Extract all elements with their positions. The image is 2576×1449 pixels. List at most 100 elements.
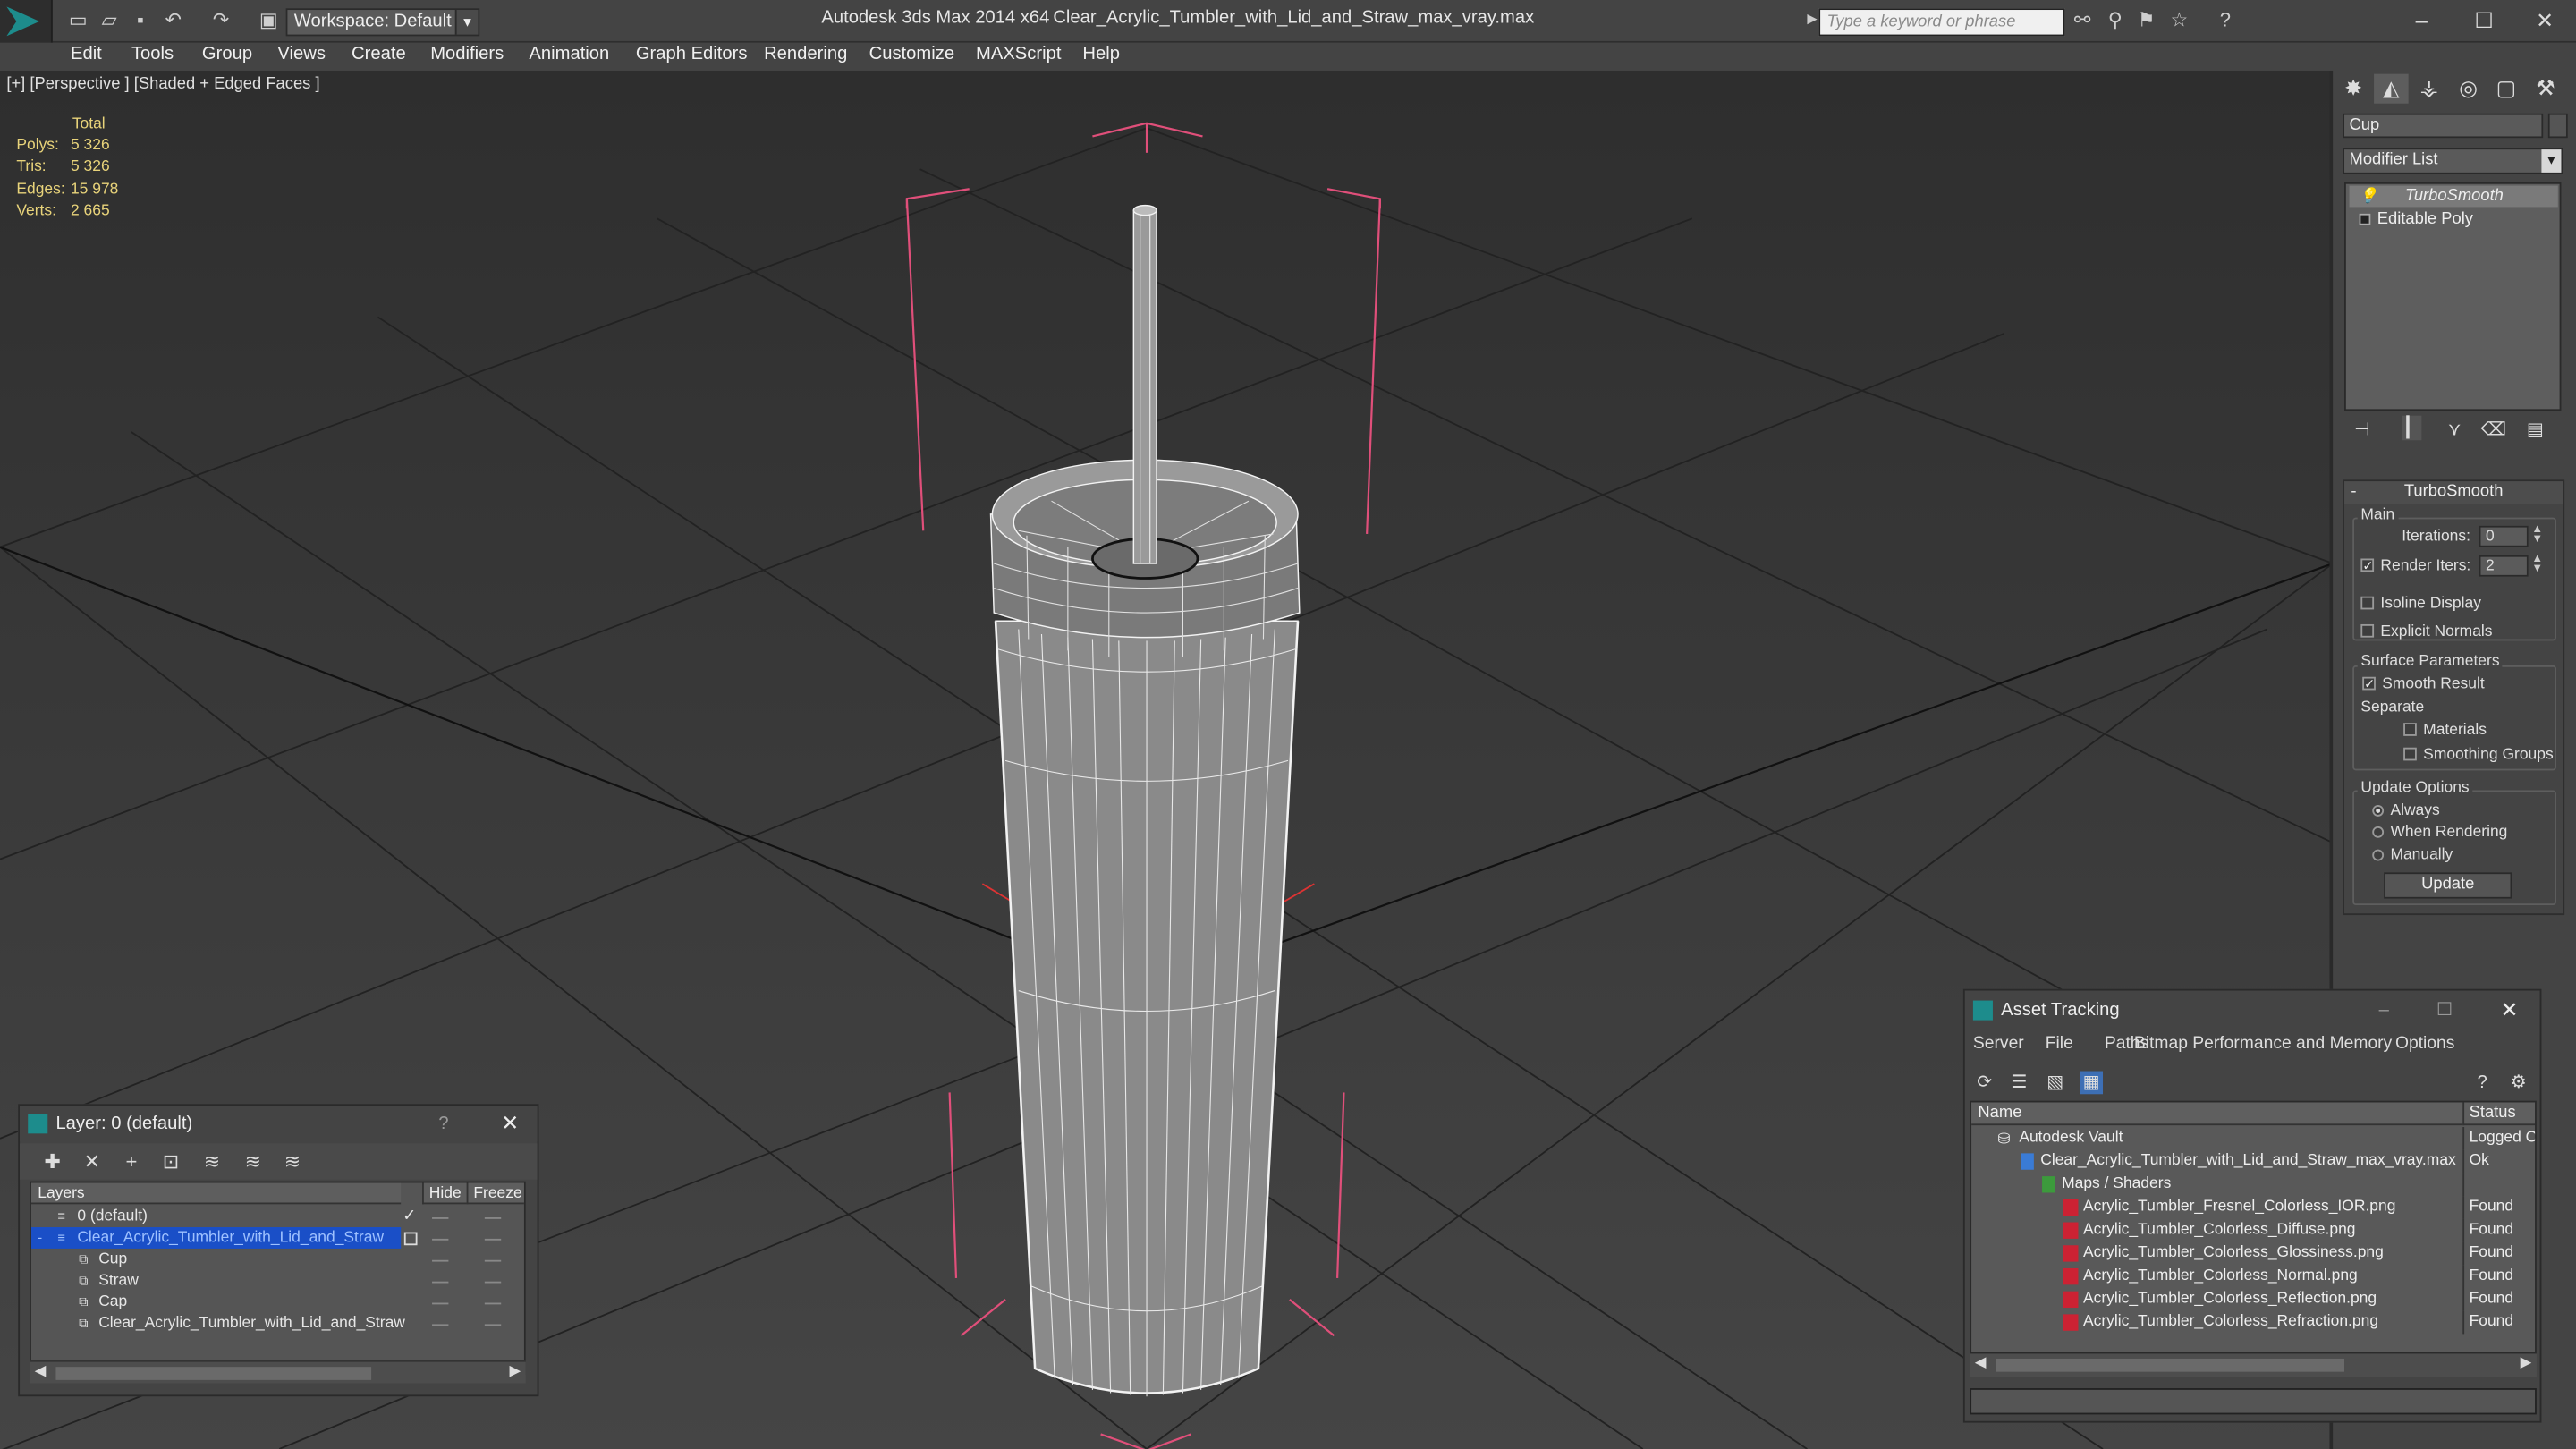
explicit-normals-checkbox[interactable]: Explicit Normals	[2360, 623, 2493, 640]
minimize-icon[interactable]: –	[2379, 991, 2389, 1030]
menu-animation[interactable]: Animation	[529, 45, 609, 64]
select-layer-icon[interactable]: ≋	[199, 1148, 225, 1174]
search-expand-icon[interactable]: ▶	[1807, 12, 1817, 27]
help-icon[interactable]: ?	[2213, 8, 2238, 33]
expand-icon[interactable]	[2359, 213, 2371, 225]
hide-toggle[interactable]	[432, 1324, 449, 1326]
delete-layer-icon[interactable]: ✕	[79, 1148, 105, 1174]
always-radio[interactable]: Always	[2372, 801, 2440, 820]
menu-views[interactable]: Views	[277, 45, 326, 64]
menu-group[interactable]: Group	[202, 45, 252, 64]
modify-tab-icon[interactable]: ◭	[2374, 73, 2409, 104]
scrollbar-thumb[interactable]	[1996, 1358, 2345, 1372]
asset-row[interactable]: Acrylic_Tumbler_Colorless_Diffuse.png Fou…	[1971, 1218, 2535, 1242]
asset-row[interactable]: Acrylic_Tumbler_Colorless_Reflection.png…	[1971, 1287, 2535, 1311]
asset-path-field[interactable]	[1970, 1388, 2537, 1415]
horizontal-scrollbar[interactable]: ◀ ▶	[1970, 1353, 2537, 1377]
modifier-list-dropdown[interactable]: Modifier List ▼	[2343, 148, 2563, 174]
freeze-toggle[interactable]	[484, 1324, 502, 1326]
help-icon[interactable]: ?	[438, 1106, 448, 1141]
hide-toggle[interactable]	[432, 1238, 449, 1241]
save-icon[interactable]: ▪	[128, 8, 153, 33]
asset-row[interactable]: Acrylic_Tumbler_Colorless_Refraction.png…	[1971, 1310, 2535, 1335]
menu-server[interactable]: Server	[1973, 1033, 2024, 1053]
new-file-icon[interactable]: ▭	[65, 8, 90, 33]
column-header-name[interactable]: Name	[1971, 1102, 2463, 1126]
smoothing-groups-checkbox[interactable]: Smoothing Groups	[2403, 746, 2554, 764]
freeze-toggle[interactable]	[484, 1259, 502, 1262]
project-folder-icon[interactable]: ▣	[257, 8, 282, 33]
display-tab-icon[interactable]: ▢	[2489, 74, 2524, 104]
list-view-icon[interactable]: ☰	[2007, 1072, 2030, 1095]
configure-sets-icon[interactable]: ▤	[2527, 419, 2544, 440]
object-row[interactable]: ⧉ Cap	[31, 1292, 524, 1313]
app-menu-button[interactable]	[0, 0, 53, 43]
show-end-result-icon[interactable]: ┃	[2402, 415, 2422, 441]
pin-stack-icon[interactable]: ⊣	[2354, 419, 2370, 440]
menu-options[interactable]: Options	[2395, 1033, 2454, 1053]
manually-radio[interactable]: Manually	[2372, 846, 2453, 864]
stack-item-editable-poly[interactable]: Editable Poly	[2350, 208, 2558, 230]
add-to-layer-icon[interactable]: +	[118, 1148, 144, 1174]
asset-row[interactable]: Maps / Shaders	[1971, 1173, 2535, 1197]
search-input[interactable]: Type a keyword or phrase	[1818, 8, 2065, 37]
menu-graph-editors[interactable]: Graph Editors	[636, 45, 748, 64]
freeze-toggle[interactable]	[484, 1302, 502, 1305]
freeze-all-icon[interactable]: ≋	[279, 1148, 305, 1174]
asset-row[interactable]: ⛁ Autodesk Vault Logged O	[1971, 1126, 2535, 1150]
viewport-label[interactable]: [+] [Perspective ] [Shaded + Edged Faces…	[6, 75, 319, 93]
scroll-right-icon[interactable]: ▶	[510, 1362, 521, 1380]
column-header-freeze[interactable]: Freeze	[466, 1182, 524, 1205]
open-folder-icon[interactable]: ▱	[97, 8, 122, 33]
menu-customize[interactable]: Customize	[869, 45, 954, 64]
favorites-star-icon[interactable]: ☆	[2167, 8, 2192, 33]
menu-maxscript[interactable]: MAXScript	[976, 45, 1061, 64]
binoculars-icon[interactable]: ⚯	[2070, 8, 2095, 33]
undo-icon[interactable]: ↶	[161, 8, 186, 33]
hide-toggle[interactable]	[432, 1259, 449, 1262]
asset-dialog-titlebar[interactable]: Asset Tracking – ☐ ✕	[1965, 991, 2540, 1030]
thumbnail-view-icon[interactable]: ▧	[2044, 1072, 2067, 1095]
utilities-tab-icon[interactable]: ⚒	[2529, 74, 2563, 104]
layer-dialog-titlebar[interactable]: Layer: 0 (default) ? ✕	[20, 1106, 538, 1142]
collapse-icon[interactable]: -	[38, 1227, 42, 1249]
close-icon[interactable]: ✕	[2521, 6, 2570, 36]
create-tab-icon[interactable]: ✸	[2336, 74, 2371, 104]
workspace-dropdown[interactable]: Workspace: Default ▼	[285, 8, 480, 37]
freeze-toggle[interactable]	[484, 1217, 502, 1219]
menu-bitmap-performance[interactable]: Bitmap Performance and Memory	[2134, 1033, 2392, 1053]
active-layer-check-icon[interactable]: ✓	[402, 1206, 416, 1227]
render-iters-checkbox[interactable]: ✓ Render Iters:	[2360, 557, 2470, 575]
motion-tab-icon[interactable]: ◎	[2451, 74, 2486, 104]
render-iters-spinner[interactable]: 2	[2479, 555, 2529, 577]
scroll-left-icon[interactable]: ◀	[35, 1362, 47, 1380]
object-name-field[interactable]: Cup	[2343, 113, 2544, 139]
refresh-icon[interactable]: ⟳	[1973, 1072, 1996, 1095]
horizontal-scrollbar[interactable]: ◀ ▶	[30, 1360, 526, 1384]
object-row[interactable]: ⧉ Clear_Acrylic_Tumbler_with_Lid_and_Stra…	[31, 1313, 524, 1335]
menu-modifiers[interactable]: Modifiers	[430, 45, 504, 64]
rollout-header[interactable]: - TurboSmooth	[2344, 481, 2563, 504]
isoline-display-checkbox[interactable]: Isoline Display	[2360, 595, 2481, 613]
asset-row[interactable]: Acrylic_Tumbler_Colorless_Glossiness.png…	[1971, 1241, 2535, 1266]
asset-row[interactable]: Clear_Acrylic_Tumbler_with_Lid_and_Straw…	[1971, 1149, 2535, 1174]
hide-toggle[interactable]	[432, 1217, 449, 1219]
iterations-spinner[interactable]: 0	[2479, 525, 2529, 547]
communication-icon[interactable]: ⚑	[2134, 8, 2159, 33]
create-layer-icon[interactable]: ✚	[39, 1148, 65, 1174]
asset-row[interactable]: Acrylic_Tumbler_Fresnel_Colorless_IOR.pn…	[1971, 1196, 2535, 1219]
scrollbar-thumb[interactable]	[55, 1367, 372, 1380]
layer-row[interactable]: ≡ 0 (default) ✓	[31, 1206, 524, 1227]
column-header-status[interactable]: Status	[2462, 1102, 2536, 1126]
materials-checkbox[interactable]: Materials	[2403, 721, 2487, 740]
spinner-arrows-icon[interactable]: ▲ ▼	[2531, 554, 2543, 575]
stack-item-turbosmooth[interactable]: 💡 TurboSmooth	[2349, 185, 2558, 208]
column-header-hide[interactable]: Hide	[422, 1182, 467, 1205]
minimize-icon[interactable]: –	[2397, 6, 2446, 36]
hide-toggle[interactable]	[432, 1302, 449, 1305]
layer-row[interactable]: - ≡ Clear_Acrylic_Tumbler_with_Lid_and_Str…	[30, 1227, 402, 1249]
menu-file[interactable]: File	[2046, 1033, 2073, 1053]
redo-icon[interactable]: ↷	[208, 8, 233, 33]
menu-create[interactable]: Create	[352, 45, 406, 64]
scroll-right-icon[interactable]: ▶	[2521, 1353, 2532, 1371]
